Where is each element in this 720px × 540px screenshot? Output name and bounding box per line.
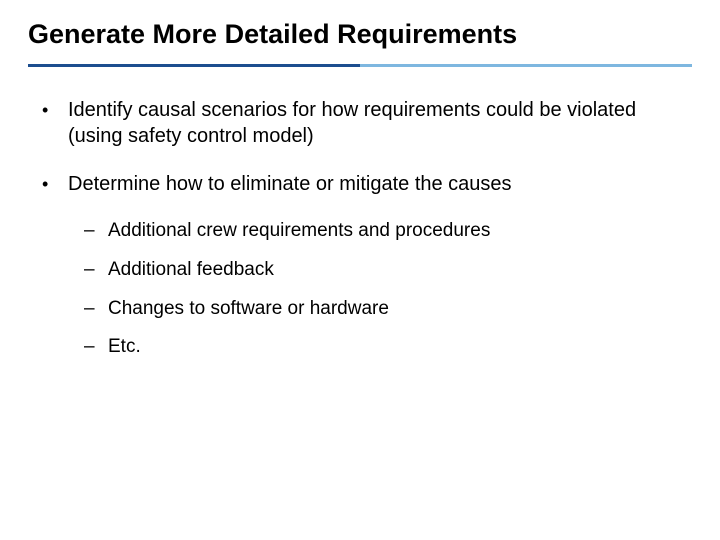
bullet-dash-icon: – <box>84 335 108 360</box>
bullet-level1: • Determine how to eliminate or mitigate… <box>42 171 692 197</box>
bullet-dash-icon: – <box>84 258 108 283</box>
bullet-level2: – Additional crew requirements and proce… <box>84 219 692 244</box>
slide-title: Generate More Detailed Requirements <box>28 18 692 50</box>
bullet-dot-icon: • <box>42 97 68 149</box>
bullet-text: Identify causal scenarios for how requir… <box>68 97 692 149</box>
bullet-dash-icon: – <box>84 219 108 244</box>
sub-bullet-text: Additional crew requirements and procedu… <box>108 219 692 244</box>
slide-content: • Identify causal scenarios for how requ… <box>28 97 692 360</box>
bullet-level2: – Changes to software or hardware <box>84 297 692 322</box>
bullet-text: Determine how to eliminate or mitigate t… <box>68 171 692 197</box>
bullet-dash-icon: – <box>84 297 108 322</box>
sub-bullet-text: Etc. <box>108 335 692 360</box>
bullet-level2: – Additional feedback <box>84 258 692 283</box>
bullet-level2: – Etc. <box>84 335 692 360</box>
sub-bullet-text: Additional feedback <box>108 258 692 283</box>
slide: Generate More Detailed Requirements • Id… <box>0 0 720 540</box>
rule-light-segment <box>360 64 692 67</box>
bullet-level1: • Identify causal scenarios for how requ… <box>42 97 692 149</box>
title-rule <box>28 64 692 67</box>
sub-bullet-list: – Additional crew requirements and proce… <box>42 219 692 360</box>
sub-bullet-text: Changes to software or hardware <box>108 297 692 322</box>
rule-dark-segment <box>28 64 360 67</box>
bullet-dot-icon: • <box>42 171 68 197</box>
